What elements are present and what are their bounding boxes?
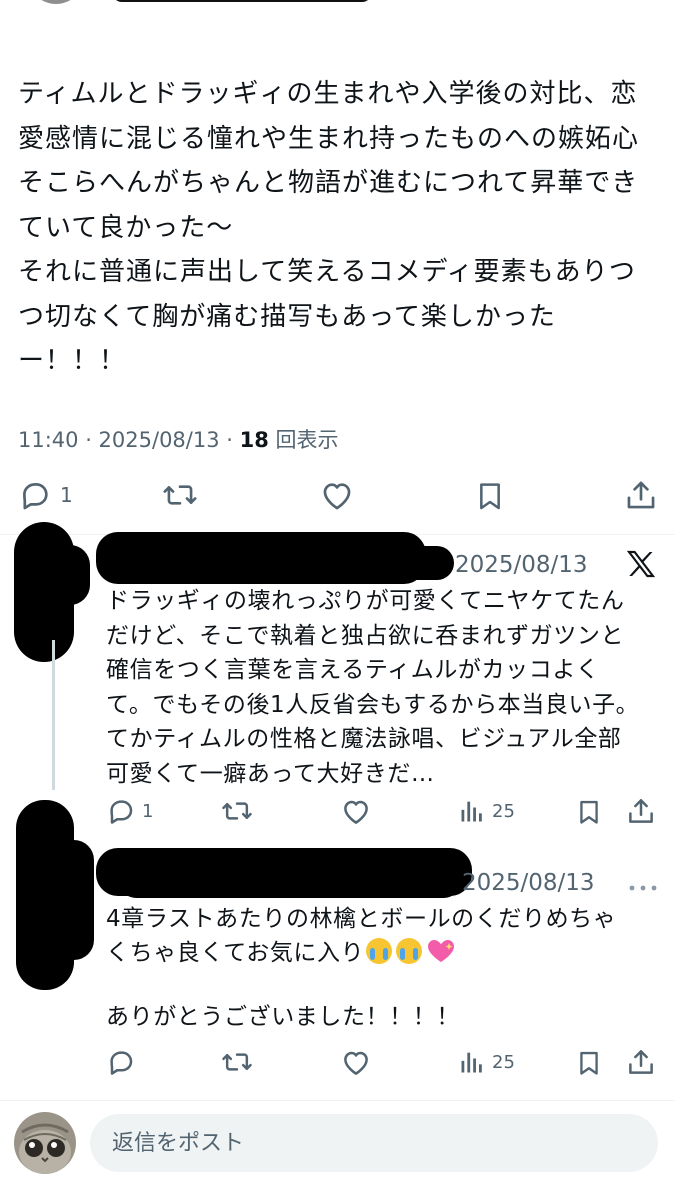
crying-face-icon bbox=[396, 938, 423, 964]
reply1-name-redaction-2 bbox=[280, 546, 454, 580]
divider bbox=[0, 1100, 675, 1101]
reply1-reply-count: 1 bbox=[142, 800, 154, 822]
author-avatar[interactable] bbox=[28, 0, 84, 4]
reply1-retweet-button[interactable] bbox=[221, 796, 253, 826]
reply-compose-box[interactable] bbox=[90, 1114, 658, 1172]
like-icon bbox=[344, 1051, 368, 1075]
bookmark-icon bbox=[580, 800, 598, 824]
reply1-date[interactable]: 2025/08/13 bbox=[455, 552, 588, 578]
bookmark-icon bbox=[580, 1051, 598, 1075]
reply1-like-button[interactable] bbox=[340, 797, 372, 827]
analytics-icon bbox=[461, 1052, 482, 1073]
reply-icon bbox=[110, 800, 133, 824]
reply-icon bbox=[23, 483, 48, 510]
reply2-text-line2: くちゃ良くてお気に入り bbox=[106, 940, 365, 966]
reply1-bookmark-button[interactable] bbox=[575, 797, 603, 827]
more-icon[interactable] bbox=[628, 878, 658, 897]
retweet-icon bbox=[163, 485, 197, 505]
reply2-views-count: 25 bbox=[492, 1051, 515, 1073]
tweet-text: ティムルとドラッギィの生まれや入学後の対比、恋 愛感情に混じる憧れや生まれ持った… bbox=[18, 79, 640, 376]
reply-icon bbox=[110, 1051, 133, 1075]
like-icon bbox=[323, 483, 351, 510]
reply2-name-redaction-2 bbox=[120, 866, 460, 898]
analytics-icon bbox=[461, 801, 482, 822]
user-avatar[interactable] bbox=[14, 1112, 76, 1174]
like-icon bbox=[344, 800, 368, 824]
share-icon bbox=[627, 481, 655, 509]
reply-button[interactable]: 1 bbox=[18, 478, 73, 512]
thread-line bbox=[52, 640, 55, 790]
like-button[interactable] bbox=[319, 479, 355, 513]
reply1-views-count: 25 bbox=[492, 800, 515, 822]
bookmark-icon bbox=[480, 483, 500, 510]
share-button[interactable] bbox=[624, 477, 658, 513]
reply2-date[interactable]: 2025/08/13 bbox=[462, 870, 595, 896]
views-count: 18 bbox=[239, 428, 269, 452]
x-logo-icon bbox=[625, 548, 657, 584]
reply2-reply-button[interactable] bbox=[106, 1047, 136, 1077]
cat-avatar-icon bbox=[14, 1112, 76, 1174]
reply2-text-line3: ありがとうございました！！！！ bbox=[106, 1004, 460, 1030]
reply-input[interactable] bbox=[110, 1129, 614, 1157]
reply2-retweet-button[interactable] bbox=[221, 1047, 253, 1077]
retweet-icon bbox=[222, 1053, 252, 1071]
views-label: 回表示 bbox=[268, 428, 339, 452]
reply1-reply-button[interactable]: 1 bbox=[106, 796, 153, 826]
tweet-meta: 11:40 · 2025/08/13 · 18 回表示 bbox=[18, 424, 339, 454]
reply2-bookmark-button[interactable] bbox=[575, 1048, 603, 1078]
retweet-icon bbox=[222, 802, 252, 820]
reply1-text: ドラッギィの壊れっぷりが可愛くてニヤケてたん だけど、そこで執着と独占欲に呑まれ… bbox=[106, 588, 640, 787]
reply2-views-button[interactable]: 25 bbox=[458, 1048, 515, 1076]
reply2-like-button[interactable] bbox=[340, 1048, 372, 1078]
reply1-views-button[interactable]: 25 bbox=[458, 797, 515, 825]
share-icon bbox=[629, 1050, 653, 1074]
author-name-redaction bbox=[112, 0, 372, 2]
reply2-avatar-redaction-2 bbox=[54, 840, 94, 960]
retweet-button[interactable] bbox=[162, 478, 198, 512]
sparkling-heart-icon bbox=[428, 940, 455, 962]
bookmark-button[interactable] bbox=[474, 479, 506, 513]
reply2-text-line1: 4章ラストあたりの林檎とボールのくだりめちゃ bbox=[106, 906, 617, 932]
crying-face-icon bbox=[366, 938, 393, 964]
tweet-time[interactable]: 11:40 · 2025/08/13 · bbox=[18, 428, 240, 452]
share-icon bbox=[629, 799, 653, 823]
reply2-text-line2-wrap: くちゃ良くてお気に入り bbox=[106, 936, 666, 971]
reply1-avatar-redaction-2 bbox=[40, 545, 90, 605]
reply2-share-button[interactable] bbox=[626, 1046, 656, 1078]
reply-count: 1 bbox=[60, 483, 73, 507]
reply1-share-button[interactable] bbox=[626, 795, 656, 827]
